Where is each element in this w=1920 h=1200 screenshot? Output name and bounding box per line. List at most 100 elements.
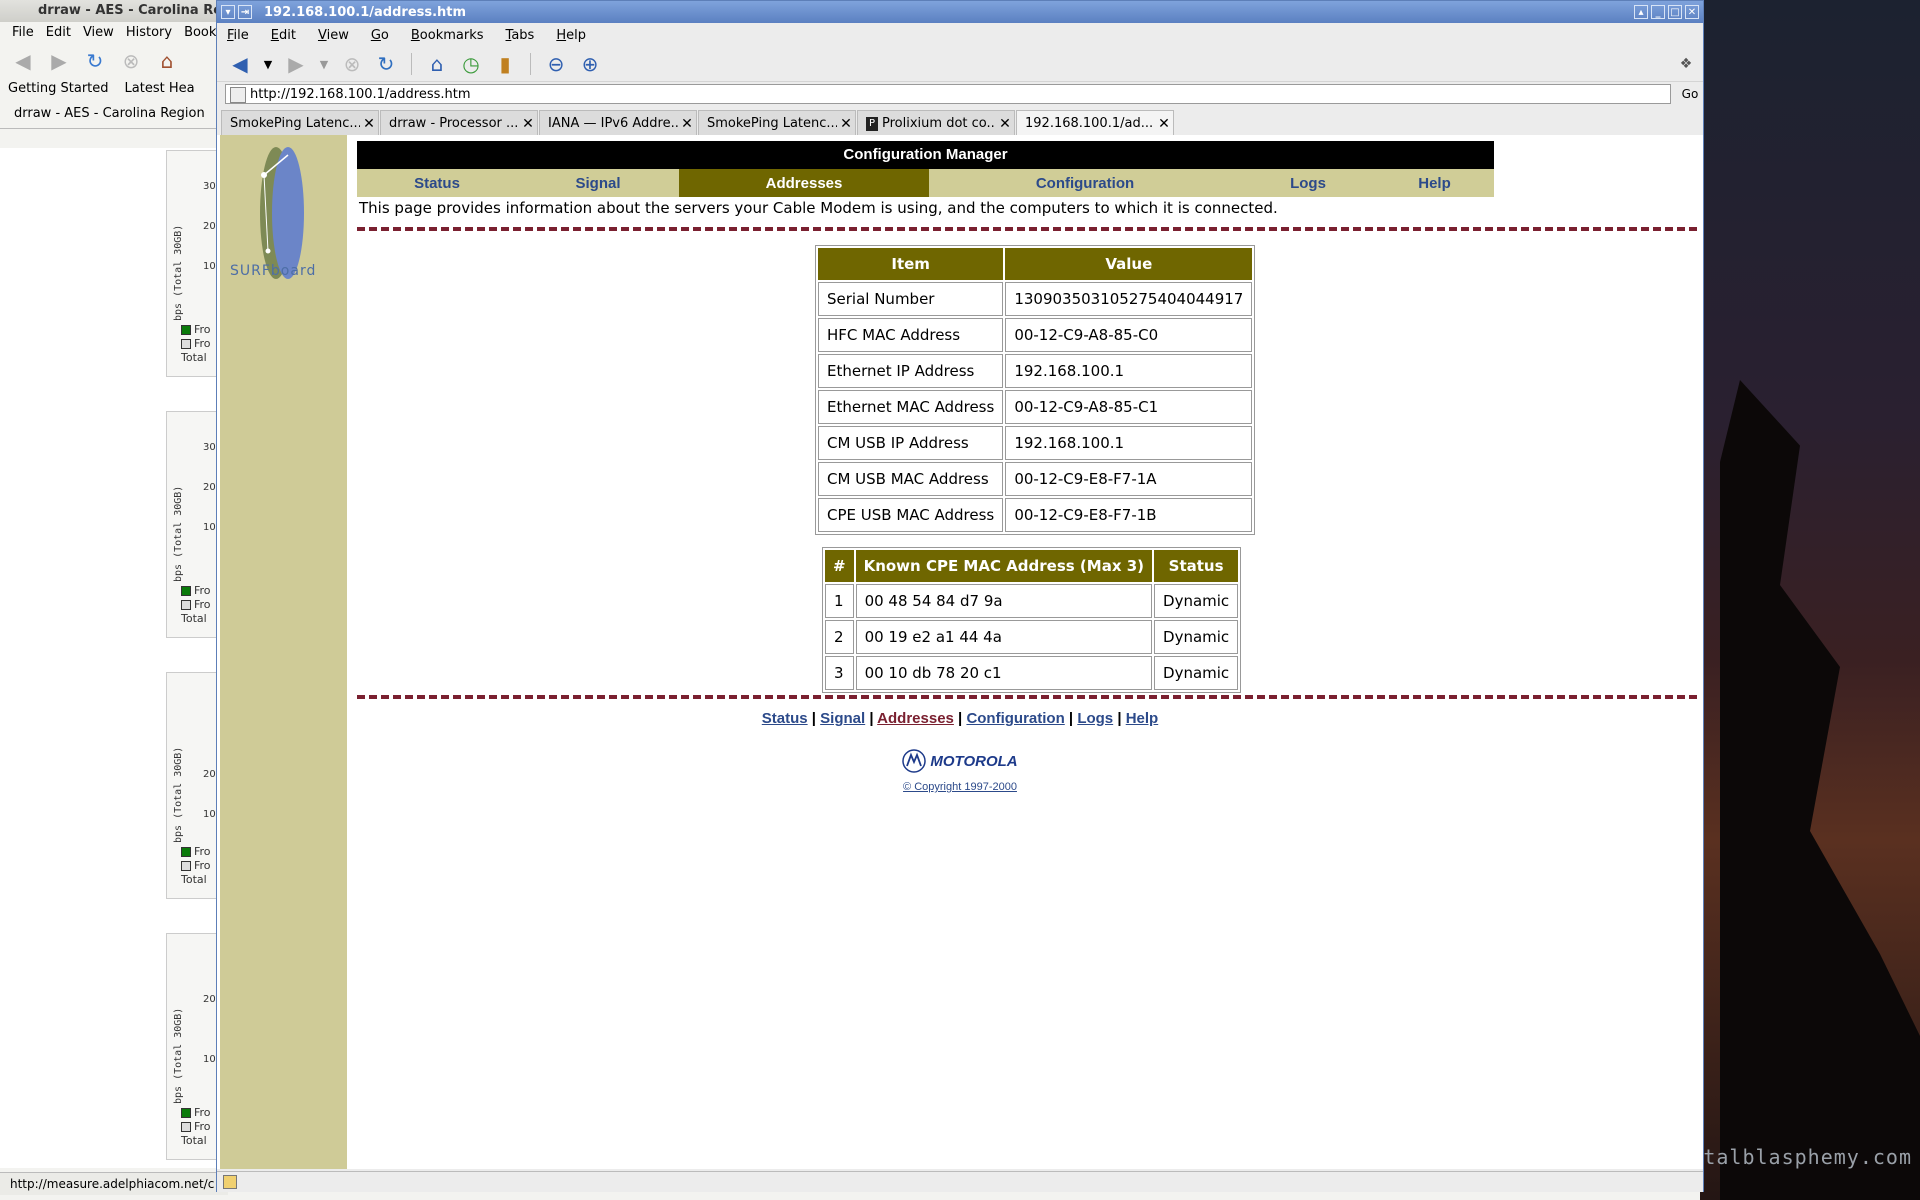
legend-swatch — [181, 861, 191, 871]
window-close-icon[interactable]: ✕ — [1685, 5, 1699, 19]
menu-tabs[interactable]: Tabs — [506, 28, 535, 43]
footer-link-logs[interactable]: Logs — [1077, 710, 1113, 727]
tab-label: SmokePing Latenc... — [230, 115, 360, 131]
tab-smokeping-1[interactable]: SmokePing Latenc... ✕ — [221, 110, 379, 136]
window-titlebar[interactable]: ▾ ⇥ 192.168.100.1/address.htm ▴ _ □ ✕ — [217, 1, 1703, 23]
tab-drraw[interactable]: drraw - Processor ... ✕ — [380, 110, 538, 136]
menu-edit[interactable]: Edit — [271, 28, 296, 43]
desktop-wallpaper — [1700, 0, 1920, 1200]
graph-tick: 10 — [203, 1054, 216, 1065]
legend-swatch — [181, 586, 191, 596]
legend-swatch — [181, 847, 191, 857]
footer-link-addresses[interactable]: Addresses — [877, 710, 954, 727]
window-minimize-icon[interactable]: _ — [1651, 5, 1665, 19]
back-icon[interactable]: ◀ — [227, 51, 253, 77]
legend-label: Fro — [194, 1106, 211, 1119]
window-shade-icon[interactable]: ⇥ — [238, 5, 252, 19]
index-cell: 3 — [825, 656, 854, 690]
zoom-out-icon[interactable]: ⊖ — [543, 51, 569, 77]
graph-tick: 20 — [203, 769, 216, 780]
table-row: Ethernet MAC Address 00-12-C9-A8-85-C1 — [818, 390, 1253, 424]
url-text: http://192.168.100.1/address.htm — [250, 87, 471, 102]
surfboard-logo-text: SURFboard — [230, 263, 317, 279]
footer-link-signal[interactable]: Signal — [820, 710, 865, 727]
table-row: HFC MAC Address 00-12-C9-A8-85-C0 — [818, 318, 1253, 352]
go-button[interactable]: Go — [1677, 87, 1703, 101]
tab-close-icon[interactable]: ✕ — [996, 111, 1014, 137]
surfboard-logo-icon — [260, 147, 304, 279]
history-dropdown-icon[interactable]: ▼ — [261, 51, 275, 77]
motorola-logo: MOTOROLA — [902, 749, 1018, 773]
legend-swatch — [181, 600, 191, 610]
menu-file[interactable]: File — [227, 28, 249, 43]
menu-bookmarks[interactable]: Bookmarks — [411, 28, 484, 43]
nav-signal[interactable]: Signal — [517, 169, 679, 197]
tab-label: IANA — IPv6 Addre... — [548, 115, 678, 131]
bg-bookmark-latest-headlines[interactable]: Latest Hea — [125, 78, 195, 100]
browser-window[interactable]: ▾ ⇥ 192.168.100.1/address.htm ▴ _ □ ✕ Fi… — [216, 0, 1704, 1192]
zoom-in-icon[interactable]: ⊕ — [577, 51, 603, 77]
legend-label: Fro — [194, 337, 211, 350]
window-maximize-icon[interactable]: □ — [1668, 5, 1682, 19]
tab-close-icon[interactable]: ✕ — [678, 111, 696, 137]
nav-configuration[interactable]: Configuration — [929, 169, 1241, 197]
stop-icon[interactable]: ⊗ — [339, 51, 365, 77]
footer-link-status[interactable]: Status — [762, 710, 808, 727]
value-cell: 00-12-C9-A8-85-C1 — [1005, 390, 1253, 424]
table-row: 1 00 48 54 84 d7 9a Dynamic — [825, 584, 1239, 618]
bg-back-icon[interactable]: ◀ — [10, 48, 36, 74]
bg-stop-icon[interactable]: ⊗ — [118, 48, 144, 74]
window-menu-icon[interactable]: ▾ — [221, 5, 235, 19]
tab-address[interactable]: 192.168.100.1/ad... ✕ — [1016, 110, 1174, 136]
nav-help[interactable]: Help — [1375, 169, 1494, 197]
nav-logs[interactable]: Logs — [1241, 169, 1375, 197]
forward-icon[interactable]: ▶ — [283, 51, 309, 77]
tab-close-icon[interactable]: ✕ — [519, 111, 537, 137]
item-cell: Serial Number — [818, 282, 1004, 316]
bg-bookmark-getting-started[interactable]: Getting Started — [8, 78, 109, 100]
reload-icon[interactable]: ↻ — [373, 51, 399, 77]
tab-prolixium[interactable]: P Prolixium dot co... ✕ — [857, 110, 1015, 136]
bg-home-icon[interactable]: ⌂ — [154, 48, 180, 74]
cpe-mac-table: # Known CPE MAC Address (Max 3) Status 1… — [822, 547, 1242, 693]
url-field[interactable]: http://192.168.100.1/address.htm — [225, 84, 1671, 104]
mac-cell: 00 10 db 78 20 c1 — [855, 656, 1153, 690]
bg-menu-file[interactable]: File — [12, 22, 34, 44]
bg-menu-view[interactable]: View — [83, 22, 114, 44]
history-icon[interactable]: ◷ — [458, 51, 484, 77]
window-raise-icon[interactable]: ▴ — [1634, 5, 1648, 19]
motorola-batwing-icon — [902, 749, 927, 773]
legend-swatch — [181, 1122, 191, 1132]
bg-menu-history[interactable]: History — [126, 22, 172, 44]
config-nav: Status Signal Addresses Configuration Lo… — [357, 169, 1494, 197]
table-header: Known CPE MAC Address (Max 3) — [855, 550, 1153, 582]
nav-status[interactable]: Status — [357, 169, 517, 197]
tab-close-icon[interactable]: ✕ — [1155, 111, 1173, 137]
bg-reload-icon[interactable]: ↻ — [82, 48, 108, 74]
copyright-link[interactable]: © Copyright 1997-2000 — [217, 781, 1703, 793]
bg-menu-edit[interactable]: Edit — [46, 22, 71, 44]
forward-dropdown-icon[interactable]: ▼ — [317, 51, 331, 77]
footer-link-configuration[interactable]: Configuration — [966, 710, 1064, 727]
home-icon[interactable]: ⌂ — [424, 51, 450, 77]
value-cell: 00-12-C9-A8-85-C0 — [1005, 318, 1253, 352]
bg-forward-icon[interactable]: ▶ — [46, 48, 72, 74]
item-cell: HFC MAC Address — [818, 318, 1004, 352]
tab-label: Prolixium dot co... — [882, 115, 996, 131]
footer-link-help[interactable]: Help — [1126, 710, 1159, 727]
table-row: CM USB IP Address 192.168.100.1 — [818, 426, 1253, 460]
graph-tick: 20 — [203, 221, 216, 232]
tab-close-icon[interactable]: ✕ — [360, 111, 378, 137]
menu-view[interactable]: View — [318, 28, 349, 43]
menu-go[interactable]: Go — [371, 28, 389, 43]
bookmarks-icon[interactable]: ▮ — [492, 51, 518, 77]
legend-label: Total — [181, 612, 207, 625]
tab-close-icon[interactable]: ✕ — [837, 111, 855, 137]
nav-addresses[interactable]: Addresses — [679, 169, 929, 197]
tab-smokeping-2[interactable]: SmokePing Latenc... ✕ — [698, 110, 856, 136]
menu-help[interactable]: Help — [556, 28, 586, 43]
graph-tick: 10 — [203, 522, 216, 533]
graph-tick: 20 — [203, 482, 216, 493]
tab-label: drraw - Processor ... — [389, 115, 519, 131]
tab-iana[interactable]: IANA — IPv6 Addre... ✕ — [539, 110, 697, 136]
